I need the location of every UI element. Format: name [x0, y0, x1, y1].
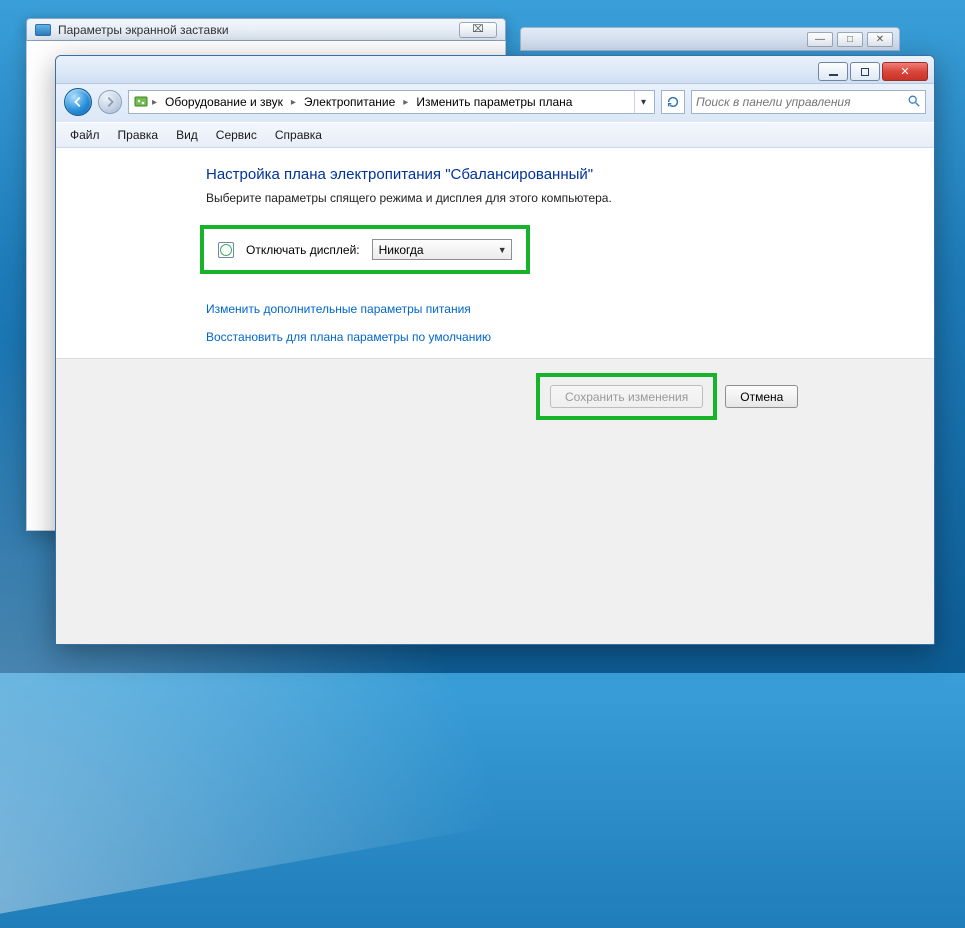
breadcrumb-sep-icon: ▸	[290, 97, 297, 108]
save-button-highlight: Сохранить изменения	[536, 373, 717, 420]
turn-off-display-row-highlight: Отключать дисплей: Никогда ▼	[200, 225, 530, 274]
minimize-button[interactable]	[818, 62, 848, 81]
titlebar: ✕	[56, 56, 934, 84]
bg-minimize-button[interactable]: —	[807, 32, 833, 47]
search-icon	[907, 94, 921, 111]
forward-button[interactable]	[98, 90, 122, 114]
maximize-icon	[861, 68, 869, 76]
screensaver-window-title: Параметры экранной заставки	[58, 23, 229, 37]
page-heading: Настройка плана электропитания "Сбаланси…	[206, 166, 934, 183]
search-input[interactable]	[696, 95, 907, 109]
turn-off-display-dropdown[interactable]: Никогда ▼	[372, 239, 512, 260]
breadcrumb-power-options[interactable]: Электропитание	[299, 93, 400, 111]
cancel-button[interactable]: Отмена	[725, 385, 798, 408]
save-button[interactable]: Сохранить изменения	[550, 385, 703, 408]
control-panel-icon	[133, 94, 149, 110]
turn-off-display-label: Отключать дисплей:	[246, 243, 360, 257]
links-section: Изменить дополнительные параметры питани…	[206, 302, 934, 344]
search-box[interactable]	[691, 90, 926, 114]
menu-bar: Файл Правка Вид Сервис Справка	[56, 122, 934, 148]
caption-buttons: ✕	[818, 62, 928, 81]
page-subtext: Выберите параметры спящего режима и дисп…	[206, 191, 934, 205]
close-icon: ✕	[900, 65, 909, 78]
screensaver-icon	[35, 24, 51, 36]
address-bar[interactable]: ▸ Оборудование и звук ▸ Электропитание ▸…	[128, 90, 655, 114]
forward-arrow-icon	[103, 95, 117, 109]
display-timer-icon	[218, 242, 234, 258]
bg-maximize-button[interactable]: □	[837, 32, 863, 47]
content-area: Настройка плана электропитания "Сбаланси…	[56, 148, 934, 645]
minimize-icon	[829, 74, 838, 76]
screensaver-settings-window-titlebar: Параметры экранной заставки ⌧	[26, 18, 506, 41]
back-arrow-icon	[71, 95, 85, 109]
breadcrumb-sep-icon: ▸	[402, 97, 409, 108]
close-button[interactable]: ✕	[882, 62, 928, 81]
navigation-bar: ▸ Оборудование и звук ▸ Электропитание ▸…	[56, 84, 934, 122]
menu-service[interactable]: Сервис	[208, 126, 265, 144]
footer-bar: Сохранить изменения Отмена	[56, 358, 934, 645]
refresh-button[interactable]	[661, 90, 685, 114]
maximize-button[interactable]	[850, 62, 880, 81]
breadcrumb-hardware-sound[interactable]: Оборудование и звук	[160, 93, 288, 111]
turn-off-display-value: Никогда	[379, 243, 424, 257]
menu-view[interactable]: Вид	[168, 126, 206, 144]
link-advanced-power-settings[interactable]: Изменить дополнительные параметры питани…	[206, 302, 934, 316]
menu-edit[interactable]: Правка	[110, 126, 167, 144]
background-window-titlebar: — □ ✕	[520, 27, 900, 51]
button-row: Сохранить изменения Отмена	[536, 373, 798, 645]
menu-file[interactable]: Файл	[62, 126, 108, 144]
refresh-icon	[666, 95, 680, 109]
bg-close-button[interactable]: ✕	[867, 32, 893, 47]
breadcrumb-edit-plan[interactable]: Изменить параметры плана	[411, 93, 577, 111]
back-button[interactable]	[64, 88, 92, 116]
dropdown-caret-icon: ▼	[498, 245, 507, 255]
breadcrumb-sep-icon: ▸	[151, 97, 158, 108]
control-panel-window: ✕ ▸ Оборудование и звук ▸ Электропитание…	[55, 55, 935, 645]
address-dropdown-button[interactable]: ▾	[634, 91, 652, 113]
link-restore-defaults[interactable]: Восстановить для плана параметры по умол…	[206, 330, 934, 344]
screensaver-close-button[interactable]: ⌧	[459, 22, 497, 38]
menu-help[interactable]: Справка	[267, 126, 330, 144]
